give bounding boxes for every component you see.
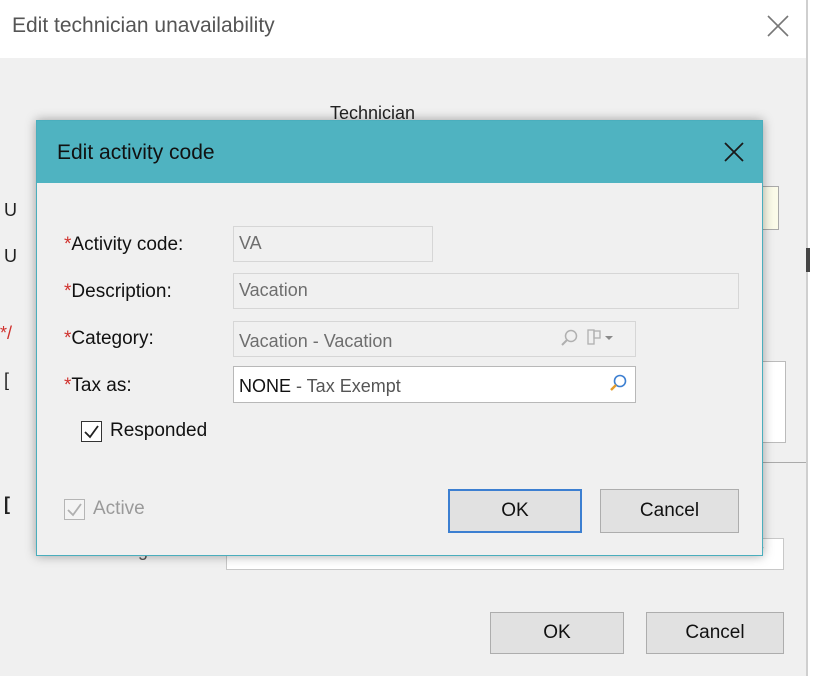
description-field: Vacation xyxy=(233,273,739,309)
close-icon xyxy=(767,15,789,37)
window-right-border xyxy=(806,0,808,676)
cancel-button[interactable]: Cancel xyxy=(646,612,784,654)
activity-code-field: VA xyxy=(233,226,433,262)
tax-code: NONE xyxy=(239,376,292,396)
edit-activity-code-dialog: Edit activity code *Activity code: VA *D… xyxy=(36,120,763,556)
active-label: Active xyxy=(93,498,145,519)
active-checkbox-box xyxy=(64,498,85,520)
activity-code-label-text: Activity code: xyxy=(71,234,184,255)
tax-as-label-text: Tax as: xyxy=(71,375,132,396)
dialog-close-button[interactable] xyxy=(717,135,751,169)
window-title: Edit technician unavailability xyxy=(12,14,275,37)
magnifier-icon xyxy=(561,329,578,346)
tax-description: - Tax Exempt xyxy=(291,376,401,396)
responded-label: Responded xyxy=(110,420,208,441)
category-label-text: Category: xyxy=(71,328,154,349)
hidden-label-stub: U xyxy=(4,200,17,220)
close-icon xyxy=(724,142,744,162)
activity-code-label: *Activity code: xyxy=(64,234,183,256)
category-label: *Category: xyxy=(64,328,154,350)
checkmark-icon xyxy=(84,424,99,438)
tax-as-label: *Tax as: xyxy=(64,375,132,397)
dialog-ok-button[interactable]: OK xyxy=(448,489,582,533)
active-checkbox: Active xyxy=(64,498,145,520)
hidden-label-stub: [ xyxy=(4,494,10,514)
dialog-title: Edit activity code xyxy=(57,141,215,164)
checkmark-icon xyxy=(67,502,82,516)
description-label: *Description: xyxy=(64,281,172,303)
hidden-label-stub: */ xyxy=(0,323,13,343)
responded-checkbox[interactable]: Responded xyxy=(81,420,207,442)
window-close-button[interactable] xyxy=(760,8,796,44)
magnifier-icon[interactable] xyxy=(608,373,628,393)
responded-checkbox-box[interactable] xyxy=(81,420,102,442)
category-value: Vacation - Vacation xyxy=(239,331,393,351)
window-edge-marker xyxy=(806,248,810,272)
hidden-label-stub: [ xyxy=(4,370,10,390)
hidden-label-stub: U xyxy=(4,246,17,266)
description-label-text: Description: xyxy=(71,281,172,302)
tax-as-field[interactable]: NONE - Tax Exempt xyxy=(233,366,636,403)
dialog-cancel-button[interactable]: Cancel xyxy=(600,489,739,533)
dropdown-icon xyxy=(587,329,613,345)
dialog-titlebar: Edit activity code xyxy=(37,121,762,183)
ok-button[interactable]: OK xyxy=(490,612,624,654)
